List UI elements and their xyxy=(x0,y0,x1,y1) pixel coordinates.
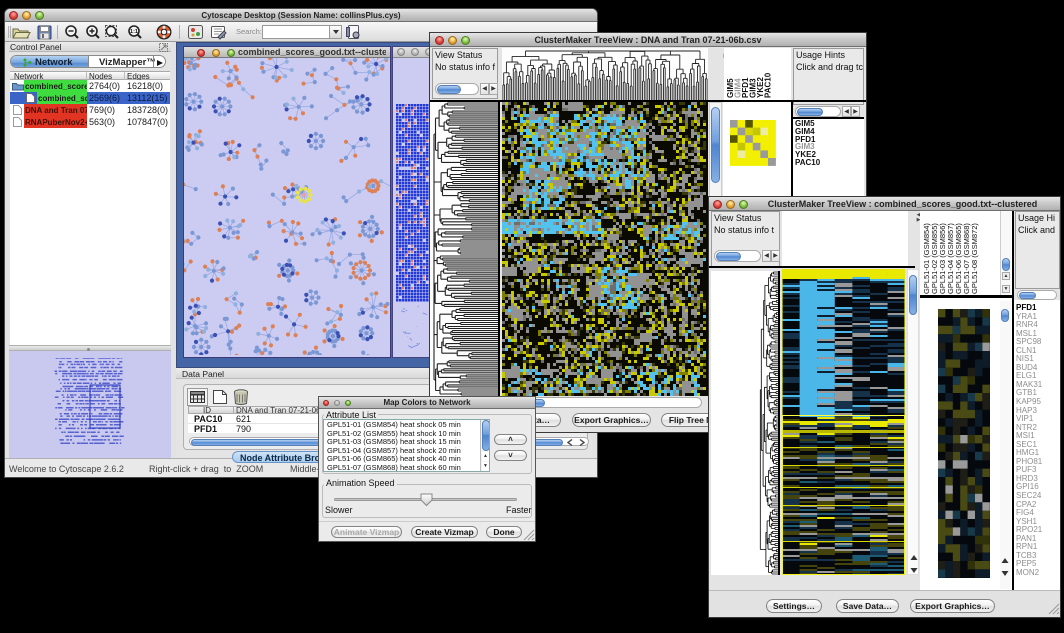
svg-text:1:1: 1:1 xyxy=(130,29,138,35)
svg-text:GPL51-08 (GSM872): GPL51-08 (GSM872) xyxy=(970,223,979,294)
svg-text:PAC10: PAC10 xyxy=(764,72,773,98)
